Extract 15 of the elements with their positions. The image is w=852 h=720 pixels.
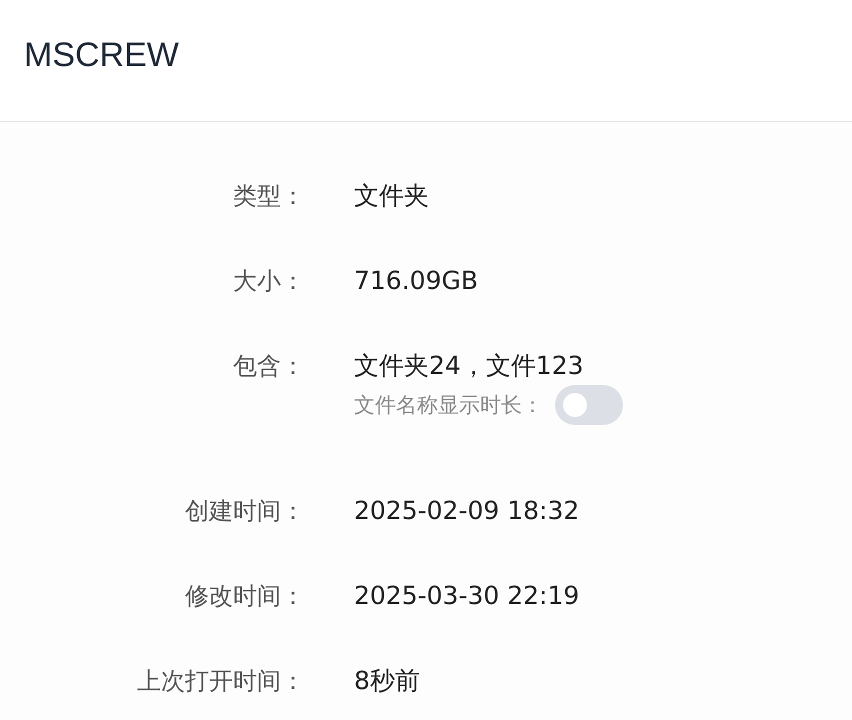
field-label: 类型：	[232, 180, 305, 212]
page-title: MSCREW	[24, 36, 179, 75]
field-value: 文件夹	[354, 180, 430, 212]
field-label: 创建时间：	[184, 496, 305, 526]
field-label: 大小：	[232, 266, 305, 296]
field-value: 2025-03-30 22:19	[354, 581, 580, 610]
field-label: 上次打开时间：	[136, 666, 305, 696]
field-value: 2025-02-09 18:32	[354, 496, 580, 525]
field-label: 包含：	[232, 350, 305, 382]
toggle-label: 文件名称显示时长：	[354, 392, 543, 419]
toggle-switch[interactable]	[555, 385, 623, 425]
field-value: 716.09GB	[354, 266, 479, 295]
field-value: 8秒前	[354, 665, 421, 697]
field-label: 修改时间：	[184, 580, 305, 612]
field-value: 文件夹24，文件123	[354, 350, 585, 382]
